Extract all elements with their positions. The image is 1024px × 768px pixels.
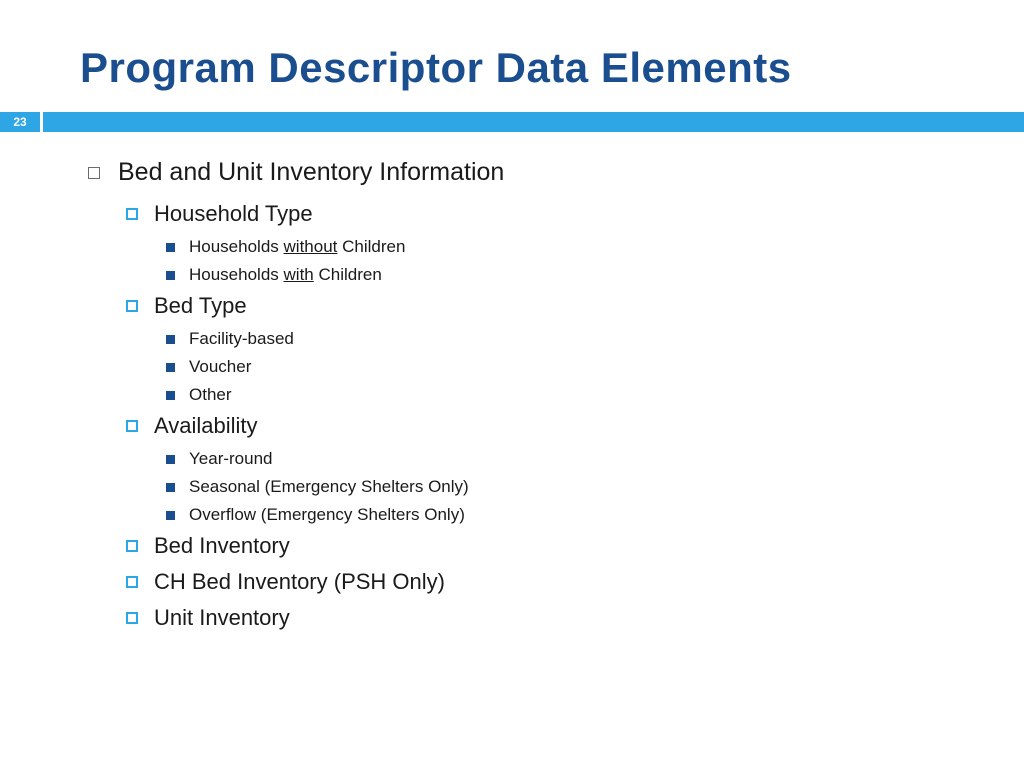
square-bullet-icon xyxy=(166,483,175,492)
list-item-label: Overflow (Emergency Shelters Only) xyxy=(189,505,465,525)
list-item-label: Bed Type xyxy=(154,293,247,319)
list-item: Bed Type xyxy=(126,293,1024,319)
list-item-label: Availability xyxy=(154,413,258,439)
list-item-label: Voucher xyxy=(189,357,251,377)
list-item: Bed and Unit Inventory Information xyxy=(88,158,1024,187)
square-bullet-icon xyxy=(166,271,175,280)
list-item: Seasonal (Emergency Shelters Only) xyxy=(166,477,1024,497)
square-bullet-icon xyxy=(166,243,175,252)
list-item-label: Bed and Unit Inventory Information xyxy=(118,158,504,187)
list-item: Year-round xyxy=(166,449,1024,469)
list-item: Other xyxy=(166,385,1024,405)
list-item: Households without Children xyxy=(166,237,1024,257)
list-item: Voucher xyxy=(166,357,1024,377)
list-item-label: Year-round xyxy=(189,449,273,469)
square-bullet-icon xyxy=(126,208,138,220)
square-bullet-icon xyxy=(88,167,100,179)
divider-bar: 23 xyxy=(0,112,1024,132)
square-bullet-icon xyxy=(126,612,138,624)
list-item: Facility-based xyxy=(166,329,1024,349)
square-bullet-icon xyxy=(126,540,138,552)
list-item-label: CH Bed Inventory (PSH Only) xyxy=(154,569,445,595)
content-area: Bed and Unit Inventory Information House… xyxy=(0,132,1024,631)
list-item: Unit Inventory xyxy=(126,605,1024,631)
list-item: Availability xyxy=(126,413,1024,439)
square-bullet-icon xyxy=(126,576,138,588)
list-item-label: Households without Children xyxy=(189,237,405,257)
list-item-label: Other xyxy=(189,385,232,405)
list-item: Household Type xyxy=(126,201,1024,227)
square-bullet-icon xyxy=(166,335,175,344)
list-item: Bed Inventory xyxy=(126,533,1024,559)
square-bullet-icon xyxy=(126,300,138,312)
list-item: Overflow (Emergency Shelters Only) xyxy=(166,505,1024,525)
list-item-label: Households with Children xyxy=(189,265,382,285)
square-bullet-icon xyxy=(166,391,175,400)
list-item-label: Bed Inventory xyxy=(154,533,290,559)
list-item: CH Bed Inventory (PSH Only) xyxy=(126,569,1024,595)
slide-number-badge: 23 xyxy=(0,112,40,132)
list-item-label: Unit Inventory xyxy=(154,605,290,631)
list-item-label: Facility-based xyxy=(189,329,294,349)
list-item-label: Household Type xyxy=(154,201,313,227)
square-bullet-icon xyxy=(166,363,175,372)
square-bullet-icon xyxy=(166,511,175,520)
square-bullet-icon xyxy=(166,455,175,464)
list-item: Households with Children xyxy=(166,265,1024,285)
square-bullet-icon xyxy=(126,420,138,432)
slide-title: Program Descriptor Data Elements xyxy=(0,0,1024,112)
list-item-label: Seasonal (Emergency Shelters Only) xyxy=(189,477,469,497)
divider-bar-fill xyxy=(43,112,1024,132)
